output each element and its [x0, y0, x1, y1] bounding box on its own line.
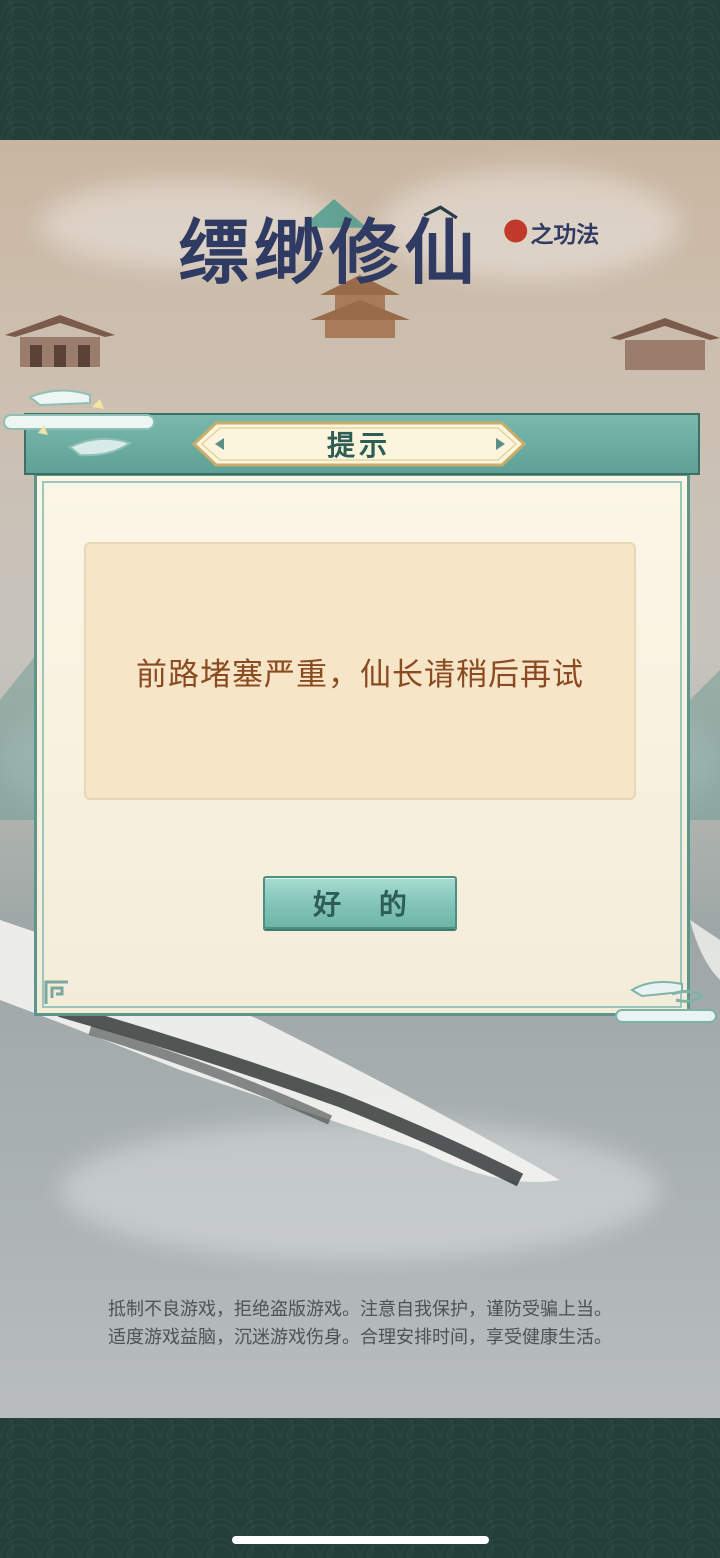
ok-button[interactable]: 好 的	[263, 876, 457, 929]
pavilion-right	[610, 318, 720, 370]
pavilion-left	[5, 315, 115, 367]
top-pattern-band	[0, 0, 720, 140]
health-notice-line-1: 抵制不良游戏，拒绝盗版游戏。注意自我保护，谨防受骗上当。	[108, 1299, 612, 1320]
health-notice-line-2: 适度游戏益脑，沉迷游戏伤身。合理安排时间，享受健康生活。	[108, 1327, 612, 1348]
logo-text: 缥缈修仙	[179, 211, 480, 285]
game-logo: 缥缈修仙 之功法	[179, 199, 599, 285]
dialog-title: 提示	[326, 429, 391, 462]
logo-subtext: 之功法	[530, 221, 599, 248]
cloud-ornament-left	[3, 389, 155, 457]
home-indicator[interactable]	[232, 1536, 489, 1544]
cloud-ornament-right	[615, 981, 717, 1023]
corner-ornament-icon	[44, 980, 68, 1004]
message-box: 前路堵塞严重，仙长请稍后再试	[84, 542, 636, 800]
dialog-message: 前路堵塞严重，仙长请稍后再试	[136, 656, 584, 693]
